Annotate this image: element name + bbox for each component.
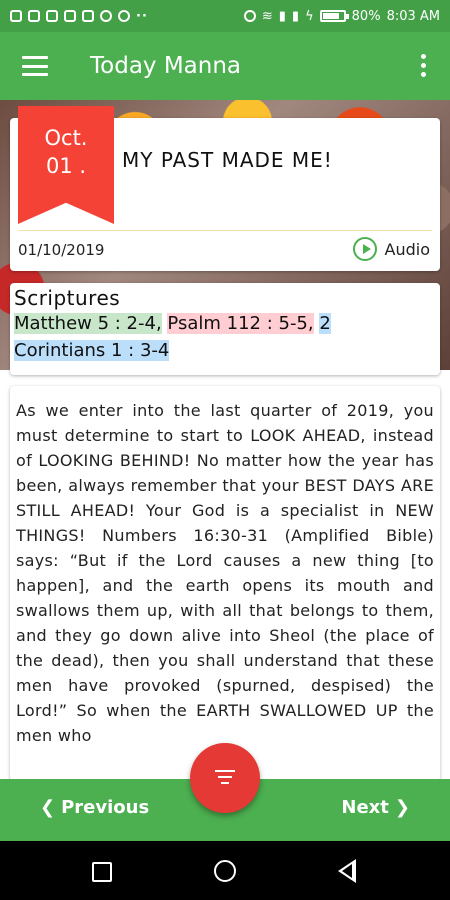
x-icon: [82, 10, 94, 22]
scriptures-card: Scriptures Matthew 5 : 2-4, Psalm 112 : …: [10, 283, 440, 375]
charging-icon: ϟ: [305, 8, 314, 24]
facebook-icon: [28, 10, 40, 22]
devotional-body-card: As we enter into the last quarter of 201…: [10, 386, 440, 781]
next-button[interactable]: Next ❯: [341, 797, 410, 818]
scripture-link-corinthians[interactable]: Corintians 1 : 3-4: [14, 340, 170, 361]
devotional-title: MY PAST MADE ME!: [122, 148, 333, 172]
date-day: 01 .: [45, 154, 87, 178]
back-button[interactable]: [338, 859, 356, 883]
gmail-icon: [46, 10, 58, 22]
previous-button[interactable]: ❮ Previous: [40, 797, 149, 818]
more-options-icon[interactable]: [421, 54, 426, 77]
system-navigation-bar: [0, 841, 450, 900]
divider: [18, 230, 432, 231]
recent-apps-button[interactable]: [92, 862, 112, 882]
notification-icon: [10, 10, 22, 22]
next-label: Next: [341, 797, 389, 818]
date-month: Oct.: [44, 126, 88, 150]
scripture-references: Matthew 5 : 2-4, Psalm 112 : 5-5, 2 Cori…: [14, 310, 436, 364]
home-button[interactable]: [214, 860, 236, 882]
wifi-icon: ≋: [261, 8, 273, 24]
app-title: Today Manna: [90, 53, 242, 79]
notification-icons: ··: [10, 9, 148, 24]
filter-fab-button[interactable]: [190, 743, 260, 813]
vpn-icon: [118, 10, 130, 22]
app-bar: Today Manna: [0, 32, 450, 100]
devotional-body-text: As we enter into the last quarter of 201…: [16, 401, 434, 745]
status-bar: ·· ≋ ▮ ▮ ϟ 80% 8:03 AM: [0, 0, 450, 32]
more-notifications-icon: ··: [136, 8, 148, 24]
previous-label: Previous: [61, 797, 150, 818]
date-ribbon: Oct. 01 .: [18, 106, 114, 224]
battery-icon: [319, 10, 349, 22]
audio-label: Audio: [384, 239, 430, 259]
battery-percent: 80%: [351, 8, 381, 24]
audio-button[interactable]: Audio: [352, 237, 430, 261]
scripture-link-psalm[interactable]: Psalm 112 : 5-5,: [167, 313, 314, 334]
scriptures-heading: Scriptures: [14, 286, 121, 310]
filter-icon: [214, 770, 236, 788]
system-status: ≋ ▮ ▮ ϟ 80% 8:03 AM: [243, 8, 440, 24]
signal-icon-2: ▮: [291, 8, 300, 24]
chevron-left-icon: ❮: [40, 797, 56, 818]
scripture-link-matthew[interactable]: Matthew 5 : 2-4,: [14, 313, 162, 334]
signal-icon: ▮: [278, 8, 286, 24]
chevron-right-icon: ❯: [394, 797, 410, 818]
play-icon: [352, 237, 377, 261]
devotional-header-card: Oct. 01 . MY PAST MADE ME! 01/10/2019 Au…: [10, 106, 440, 271]
scripture-link-corinthians-prefix[interactable]: 2: [319, 313, 331, 334]
clock: 8:03 AM: [386, 8, 440, 24]
menu-icon[interactable]: [22, 56, 48, 76]
mail-icon: [64, 10, 76, 22]
alarm-icon: [243, 10, 256, 22]
shield-icon: [100, 10, 112, 22]
devotional-date: 01/10/2019: [18, 241, 105, 259]
